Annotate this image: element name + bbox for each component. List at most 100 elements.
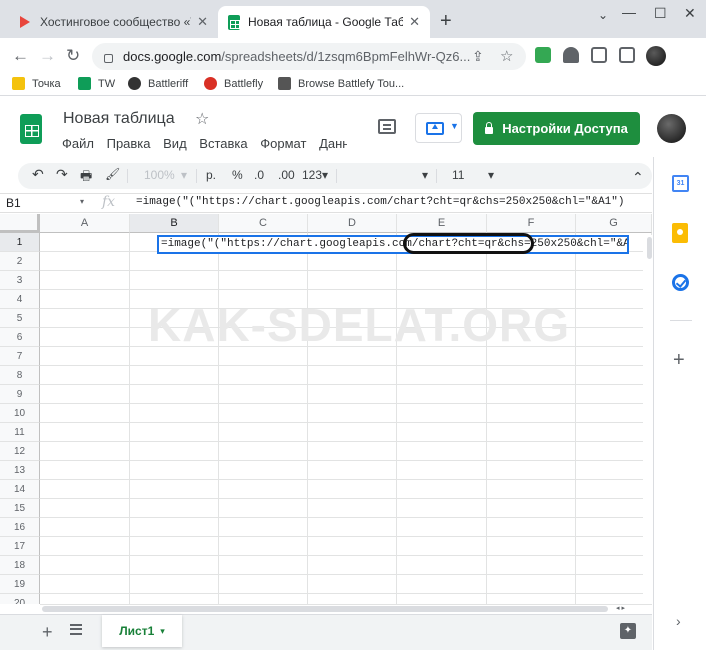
column-header-d[interactable]: D [308, 214, 397, 233]
media-control-icon[interactable] [591, 47, 607, 63]
bookmark-star-icon[interactable]: ☆ [500, 47, 513, 65]
row-header-9[interactable]: 9 [0, 385, 40, 404]
zoom-select[interactable]: 100% [144, 168, 175, 182]
menu-insert[interactable]: Вставка [199, 136, 247, 151]
minimize-icon[interactable]: — [622, 4, 636, 20]
row-header-11[interactable]: 11 [0, 423, 40, 442]
tab-close-icon[interactable]: ✕ [197, 14, 208, 30]
back-icon[interactable]: ← [12, 46, 29, 66]
sheet-tab-list1[interactable]: Лист1 ▾ [102, 615, 182, 647]
maximize-icon[interactable]: ☐ [654, 5, 667, 22]
keep-icon[interactable] [672, 223, 688, 243]
browser-profile-avatar[interactable] [646, 46, 666, 66]
all-sheets-menu-icon[interactable] [70, 624, 82, 635]
close-window-icon[interactable]: ✕ [684, 5, 696, 22]
horizontal-scrollbar-thumb[interactable] [42, 606, 608, 612]
collapse-toolbar-icon[interactable]: ⌃ [632, 169, 644, 186]
name-box-dropdown-icon[interactable]: ▾ [80, 197, 84, 206]
bookmark-battleriff[interactable]: Battleriff [128, 77, 188, 90]
bookmark-tw[interactable]: TW [78, 77, 115, 90]
row-header-16[interactable]: 16 [0, 518, 40, 537]
row-header-2[interactable]: 2 [0, 252, 40, 271]
row-header-15[interactable]: 15 [0, 499, 40, 518]
more-formats-button[interactable]: 123 [302, 168, 322, 182]
row-header-13[interactable]: 13 [0, 461, 40, 480]
currency-format-button[interactable]: р. [206, 168, 216, 182]
row-header-18[interactable]: 18 [0, 556, 40, 575]
side-panel-icon[interactable] [619, 47, 635, 63]
row-header-19[interactable]: 19 [0, 575, 40, 594]
browser-tab-sheets[interactable]: Новая таблица - Google Таблицы ✕ [218, 6, 430, 38]
column-header-c[interactable]: C [219, 214, 308, 233]
row-header-6[interactable]: 6 [0, 328, 40, 347]
percent-format-button[interactable]: % [232, 168, 243, 182]
increase-decimal-button[interactable]: .00 [278, 168, 295, 182]
music-extension-icon[interactable] [535, 47, 551, 63]
column-header-e[interactable]: E [397, 214, 487, 233]
column-header-a[interactable]: A [40, 214, 130, 233]
print-icon[interactable]: 🖶 [80, 167, 92, 189]
name-box[interactable]: B1 [6, 196, 21, 210]
menu-edit[interactable]: Правка [107, 136, 151, 151]
select-all-corner[interactable] [0, 214, 40, 233]
expand-side-panel-icon[interactable]: › [676, 613, 681, 629]
star-document-icon[interactable]: ☆ [195, 109, 209, 129]
account-avatar[interactable] [657, 114, 686, 143]
present-button[interactable]: ▼ [415, 113, 462, 143]
menu-format[interactable]: Формат [260, 136, 306, 151]
tab-close-icon[interactable]: ✕ [409, 14, 420, 30]
menu-view[interactable]: Вид [163, 136, 187, 151]
document-title[interactable]: Новая таблица [63, 110, 175, 128]
row-header-20[interactable]: 20 [0, 594, 40, 604]
sheets-home-icon[interactable] [20, 114, 42, 144]
row-header-17[interactable]: 17 [0, 537, 40, 556]
row-header-8[interactable]: 8 [0, 366, 40, 385]
forward-icon[interactable]: → [39, 46, 56, 66]
row-header-5[interactable]: 5 [0, 309, 40, 328]
decrease-decimal-button[interactable]: .0 [254, 168, 264, 182]
menu-data[interactable]: Данные [319, 136, 347, 151]
column-header-b[interactable]: B [130, 214, 219, 233]
font-size-dropdown-icon[interactable]: ▾ [488, 168, 494, 182]
share-access-button[interactable]: Настройки Доступа [473, 112, 640, 145]
calendar-icon[interactable]: 31 [672, 175, 689, 192]
bookmark-battlefly[interactable]: Battlefly [204, 77, 263, 90]
row-header-10[interactable]: 10 [0, 404, 40, 423]
share-page-icon[interactable]: ⇪ [472, 48, 484, 65]
bookmark-browse-battlefy[interactable]: Browse Battlefy Tou... [278, 77, 404, 90]
column-header-f[interactable]: F [487, 214, 576, 233]
row-header-3[interactable]: 3 [0, 271, 40, 290]
add-sheet-button[interactable]: + [42, 622, 53, 643]
row-header-1[interactable]: 1 [0, 233, 40, 252]
url-field[interactable]: docs.google.com /spreadsheets/d/1zsqm6Bp… [92, 43, 526, 70]
font-size-select[interactable]: 11 [452, 168, 464, 182]
column-header-g[interactable]: G [576, 214, 652, 233]
get-addons-icon[interactable]: + [673, 349, 685, 372]
cell-editor-b1[interactable]: =image("("https://chart.googleapis.com/c… [157, 235, 629, 254]
explore-icon[interactable]: ✦ [620, 623, 636, 639]
row-header-14[interactable]: 14 [0, 480, 40, 499]
address-bar-row: ← → ↻ docs.google.com /spreadsheets/d/1z… [0, 38, 706, 74]
tab-search-icon[interactable]: ⌄ [598, 8, 608, 22]
extensions-puzzle-icon[interactable] [563, 47, 579, 63]
vertical-scrollbar-thumb[interactable] [647, 237, 652, 259]
menu-file[interactable]: Файл [62, 136, 94, 151]
row-header-7[interactable]: 7 [0, 347, 40, 366]
row-header-12[interactable]: 12 [0, 442, 40, 461]
redo-icon[interactable]: ↷ [56, 166, 68, 183]
more-formats-dropdown-icon[interactable]: ▾ [322, 168, 328, 182]
tasks-icon[interactable] [672, 274, 689, 291]
horizontal-scroll-arrows[interactable]: ◂ ▸ [616, 604, 625, 612]
row-header-4[interactable]: 4 [0, 290, 40, 309]
browser-tab-hosting[interactable]: Хостинговое сообщество «Time ✕ [8, 6, 218, 38]
comment-history-icon[interactable] [378, 119, 396, 134]
undo-icon[interactable]: ↶ [32, 166, 44, 183]
paint-format-icon[interactable]: 🖌 [105, 167, 120, 181]
reload-icon[interactable]: ↻ [66, 46, 80, 66]
zoom-dropdown-icon[interactable]: ▾ [181, 168, 187, 182]
spreadsheet-grid[interactable]: A B C D E F G 1 2 3 4 5 6 7 8 9 10 11 12 13 14 15 16 17 18 19 20 [0, 214, 652, 604]
formula-input[interactable]: =image("("https://chart.googleapis.com/c… [136, 196, 624, 208]
font-family-dropdown-icon[interactable]: ▾ [422, 168, 428, 182]
bookmark-tochka[interactable]: Точка [12, 77, 61, 90]
new-tab-button[interactable]: + [440, 10, 452, 33]
